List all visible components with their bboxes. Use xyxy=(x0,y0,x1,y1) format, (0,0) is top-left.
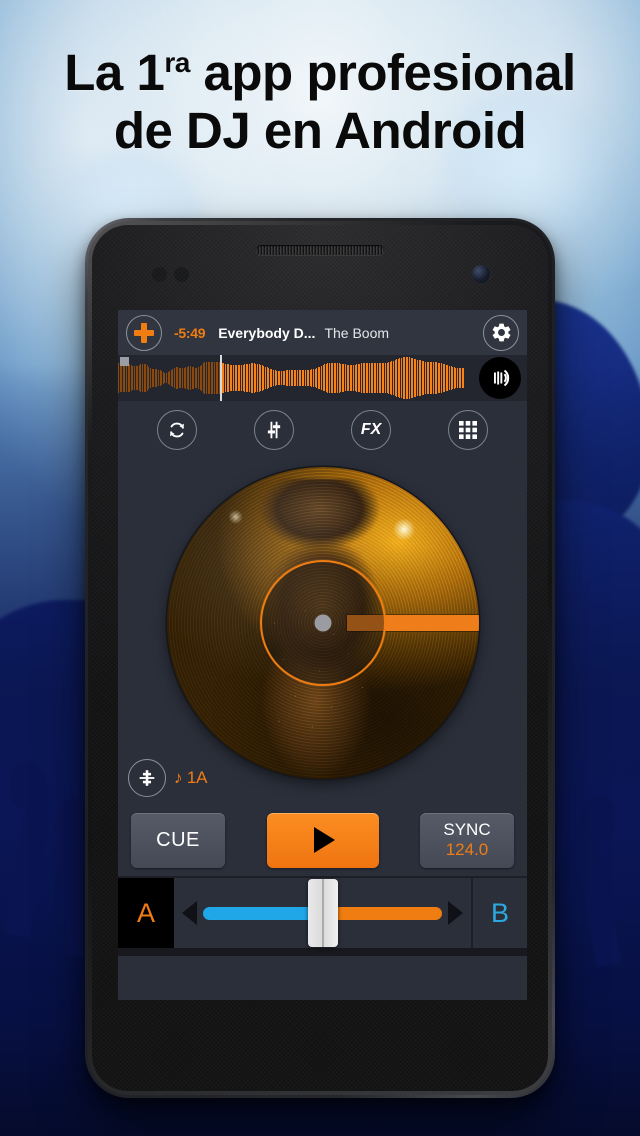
pads-button[interactable] xyxy=(448,410,489,450)
spindle xyxy=(314,614,331,632)
key-lock-button[interactable] xyxy=(128,759,166,797)
front-camera xyxy=(472,265,490,283)
gear-icon xyxy=(492,323,510,342)
playhead xyxy=(220,355,223,401)
play-button[interactable] xyxy=(266,812,379,868)
sync-label: SYNC xyxy=(443,820,491,840)
crossfader-fill-b xyxy=(322,906,442,920)
eq-button[interactable] xyxy=(253,410,294,450)
sync-button[interactable]: SYNC 124.0 xyxy=(420,812,514,868)
arrow-left-icon[interactable] xyxy=(182,901,197,925)
phone-mockup: -5:49 Everybody D... The Boom FX ♪ 1A CU… xyxy=(85,218,555,1098)
bpm-value: 124.0 xyxy=(445,840,489,859)
crossfader-row: A B xyxy=(118,876,527,948)
light-sensor xyxy=(174,267,189,282)
jog-wheel[interactable] xyxy=(166,467,479,779)
plus-icon xyxy=(134,322,154,343)
grid-pads-icon xyxy=(459,421,478,439)
key-row: ♪ 1A xyxy=(118,752,207,804)
transport-row: CUE SYNC 124.0 xyxy=(118,804,527,876)
waveform-remaining xyxy=(220,355,465,401)
earpiece-speaker xyxy=(256,245,384,255)
play-icon xyxy=(314,827,335,853)
time-remaining: -5:49 xyxy=(174,324,206,341)
screen-bottom-edge xyxy=(118,948,527,956)
fx-button[interactable]: FX xyxy=(351,410,392,450)
track-artist: The Boom xyxy=(324,324,390,341)
deck-b-label: B xyxy=(490,897,509,928)
proximity-sensor xyxy=(152,267,167,282)
add-track-button[interactable] xyxy=(126,314,162,351)
settings-button[interactable] xyxy=(483,314,519,351)
cue-button[interactable]: CUE xyxy=(131,812,225,868)
app-screen: -5:49 Everybody D... The Boom FX ♪ 1A CU… xyxy=(118,310,527,1000)
headline-line-2: de DJ en Android xyxy=(113,101,527,159)
headline-text-a: La 1 xyxy=(64,44,165,101)
eq-sliders-icon xyxy=(267,421,281,439)
headline: La 1ra app profesional de DJ en Android xyxy=(0,44,640,159)
track-title: Everybody D... xyxy=(218,324,316,341)
key-value: ♪ 1A xyxy=(174,768,208,787)
key-lock-icon xyxy=(139,770,155,786)
deck-a-label: A xyxy=(136,897,155,928)
headline-line-1: La 1ra app profesional xyxy=(0,44,640,102)
crossfader-track[interactable] xyxy=(174,878,471,948)
loop-icon xyxy=(169,422,184,438)
vinyl-mode-icon xyxy=(494,369,510,387)
deck-b-tag[interactable]: B xyxy=(471,878,527,948)
crossfader-handle[interactable] xyxy=(307,879,338,947)
function-icon-row: FX xyxy=(118,401,527,459)
crossfader-rail[interactable] xyxy=(203,879,442,947)
crossfader-fill-a xyxy=(203,906,323,920)
deck-area: ♪ 1A xyxy=(118,459,527,804)
loop-button[interactable] xyxy=(156,410,197,450)
fx-label: FX xyxy=(360,421,382,438)
top-bar: -5:49 Everybody D... The Boom xyxy=(118,310,527,355)
waveform-played xyxy=(118,355,220,401)
cue-marker xyxy=(120,357,129,366)
headline-superscript: ra xyxy=(164,47,190,78)
cue-label: CUE xyxy=(156,828,200,851)
headline-text-b: app profesional xyxy=(189,44,577,101)
arrow-right-icon[interactable] xyxy=(448,901,463,925)
vinyl-mode-button[interactable] xyxy=(479,357,521,399)
waveform-strip[interactable] xyxy=(118,355,527,401)
deck-a-tag[interactable]: A xyxy=(118,878,174,948)
